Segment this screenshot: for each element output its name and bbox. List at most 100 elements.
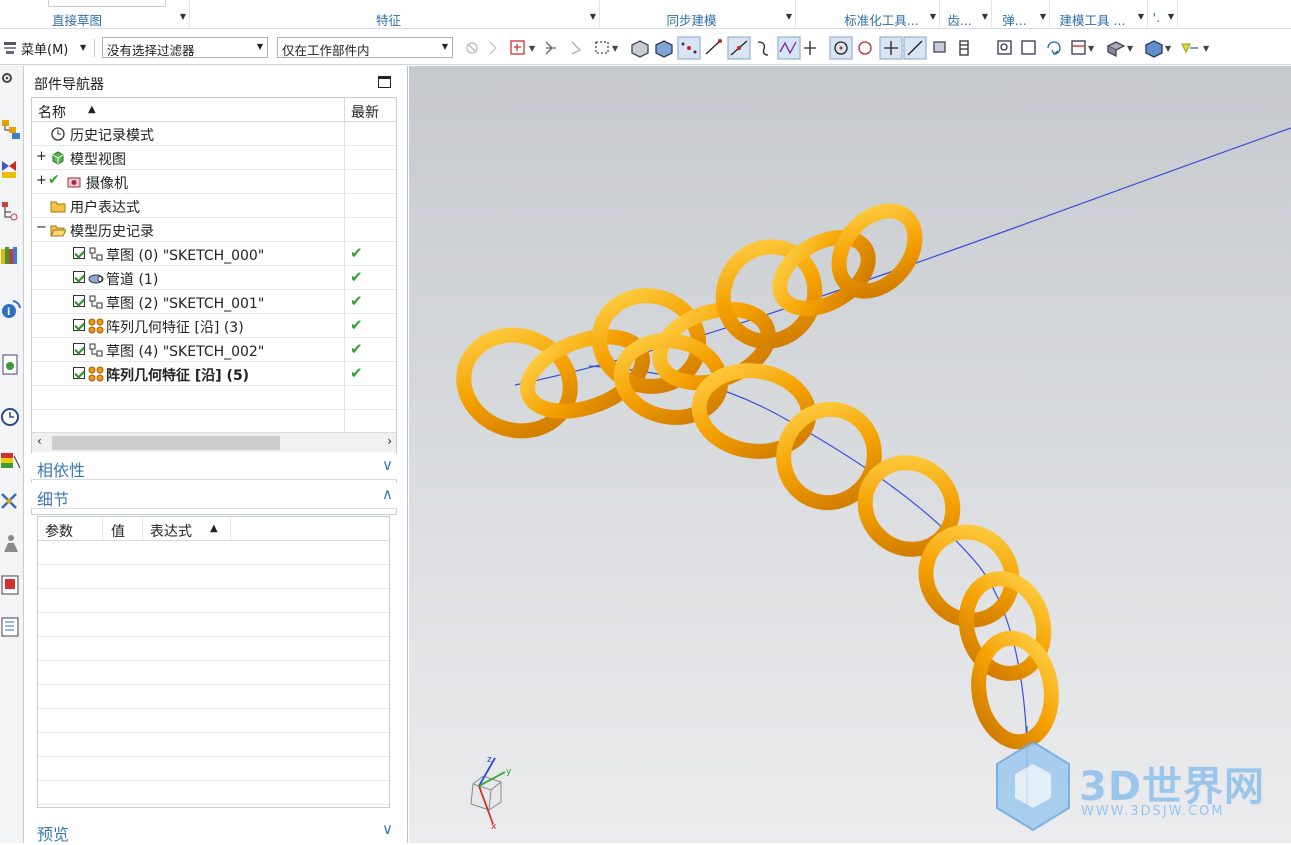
chevron-down-icon[interactable]: ∨ <box>382 820 393 838</box>
control-point-icon[interactable] <box>757 41 769 56</box>
expand-plus-icon[interactable]: + <box>36 149 47 164</box>
model-canvas[interactable]: z x y <box>409 66 1291 843</box>
process-studio-icon[interactable] <box>0 450 24 472</box>
dropdown-arrow-icon[interactable]: ▼ <box>1203 44 1210 53</box>
assembly-navigator-icon[interactable] <box>0 118 24 140</box>
view-triad[interactable]: z x y <box>470 755 512 832</box>
tree-item-tube-1[interactable]: 管道 (1) ✔ <box>32 266 396 290</box>
tree-item-model-history[interactable]: − 模型历史记录 <box>32 218 396 242</box>
tree-item-sketch-0[interactable]: 草图 (0) "SKETCH_000" ✔ <box>32 242 396 266</box>
collapse-minus-icon[interactable]: − <box>36 220 47 235</box>
move-icon[interactable] <box>545 41 556 55</box>
ribbon-group-sync-modeling[interactable]: 同步建模 ▼ <box>600 0 796 29</box>
graphics-window[interactable]: z x y 3D世界网 WWW.3DSJW.COM <box>409 66 1291 843</box>
dropdown-arrow-icon[interactable]: ▼ <box>1168 12 1174 21</box>
column-header-latest[interactable]: 最新 <box>344 98 396 122</box>
ribbon-group-gear[interactable]: 齿... ▼ <box>940 0 992 29</box>
menu-button[interactable]: 菜单(M) <box>21 39 68 58</box>
tree-item-user-expressions[interactable]: 用户表达式 <box>32 194 396 218</box>
ribbon-group-direct-sketch[interactable]: 直接草图 ▼ <box>0 0 190 29</box>
tree-item-pattern-5[interactable]: 阵列几何特征 [沿] (5) ✔ <box>32 362 396 386</box>
curve-point-toggle[interactable] <box>777 36 801 60</box>
zoom-icon[interactable] <box>1021 40 1036 55</box>
bounded-grid-icon[interactable] <box>959 40 969 56</box>
dropdown-arrow-icon[interactable]: ▼ <box>590 12 596 21</box>
settings-gear-icon[interactable] <box>0 70 24 92</box>
detail-section-header[interactable]: 细节 ∧ <box>31 483 397 509</box>
ribbon-group-standard-tools[interactable]: 标准化工具... ▼ <box>836 0 940 29</box>
dropdown-arrow-icon[interactable]: ▼ <box>930 12 936 21</box>
column-header-value[interactable]: 值 <box>111 521 125 541</box>
constraint-navigator-icon[interactable] <box>0 158 24 180</box>
tree-item-sketch-2[interactable]: 草图 (2) "SKETCH_001" ✔ <box>32 290 396 314</box>
dropdown-arrow-icon[interactable]: ▼ <box>1040 12 1046 21</box>
fit-view-icon[interactable] <box>997 40 1012 55</box>
dropdown-arrow-icon[interactable]: ▼ <box>1088 44 1095 53</box>
suppress-checkbox[interactable] <box>73 343 85 355</box>
scroll-right-icon[interactable]: › <box>387 434 392 448</box>
cube-icon[interactable] <box>655 40 673 58</box>
ribbon-group-spring[interactable]: 弹... ▼ <box>992 0 1050 29</box>
ribbon-group-more[interactable]: '. ▼ <box>1148 0 1178 29</box>
ribbon-group-feature[interactable]: 特征 ▼ <box>190 0 600 29</box>
scroll-thumb[interactable] <box>52 436 280 450</box>
tree-item-history-mode[interactable]: 历史记录模式 <box>32 122 396 146</box>
system-scene-icon[interactable] <box>0 574 24 596</box>
snap-icon[interactable] <box>571 41 582 55</box>
face-point-icon[interactable] <box>933 41 946 53</box>
roles-icon[interactable] <box>0 532 24 554</box>
selection-scope-select[interactable]: 仅在工作部件内 ▼ <box>277 37 453 58</box>
part-navigator-icon[interactable] <box>0 200 24 222</box>
tree-item-cameras[interactable]: + ✔ 摄像机 <box>32 170 396 194</box>
shaded-cube-icon[interactable] <box>1145 40 1163 58</box>
end-point-icon[interactable] <box>705 39 722 55</box>
dropdown-arrow-icon[interactable]: ▼ <box>529 44 536 53</box>
dropdown-arrow-icon[interactable]: ▼ <box>1127 44 1134 53</box>
suppress-checkbox[interactable] <box>73 319 85 331</box>
scroll-left-icon[interactable]: ‹ <box>37 434 42 448</box>
tree-item-pattern-3[interactable]: 阵列几何特征 [沿] (3) ✔ <box>32 314 396 338</box>
rectangle-select-icon[interactable] <box>595 41 609 54</box>
suppress-checkbox[interactable] <box>73 247 85 259</box>
manufacturing-wizard-icon[interactable] <box>0 490 24 512</box>
column-header-param[interactable]: 参数 <box>45 521 73 541</box>
general-object-icon[interactable] <box>466 42 478 54</box>
orient-view-icon[interactable] <box>1106 41 1126 58</box>
history-clock-icon[interactable] <box>0 406 24 428</box>
quadrant-point-icon[interactable] <box>858 41 872 55</box>
column-header-name[interactable]: 名称 ▲ <box>32 98 344 122</box>
menu-dropdown-icon[interactable]: ▼ <box>80 43 86 52</box>
ribbon-group-modeling-tools[interactable]: 建模工具 ... ▼ <box>1050 0 1148 29</box>
maximize-button[interactable] <box>378 76 391 88</box>
rotate-icon[interactable] <box>1047 41 1061 55</box>
horizontal-scrollbar[interactable]: ‹ › <box>32 432 396 452</box>
dependency-section-header[interactable]: 相依性 ∨ <box>31 454 397 480</box>
column-header-expression[interactable]: 表达式 <box>150 521 192 541</box>
render-style-icon[interactable] <box>1071 40 1086 55</box>
expand-plus-icon[interactable]: + <box>36 173 47 188</box>
reuse-library-icon[interactable] <box>0 244 24 266</box>
preview-section-header[interactable]: 预览 ∨ <box>31 818 397 844</box>
dropdown-arrow-icon[interactable]: ▼ <box>180 12 186 21</box>
hd3d-tools-icon[interactable]: i <box>0 298 24 320</box>
suppress-checkbox[interactable] <box>73 271 85 283</box>
feature-select-icon[interactable] <box>489 41 497 55</box>
tree-item-model-views[interactable]: + 模型视图 <box>32 146 396 170</box>
solid-body-icon[interactable] <box>631 40 649 58</box>
suppress-checkbox[interactable] <box>73 295 85 307</box>
dropdown-arrow-icon[interactable]: ▼ <box>612 44 619 53</box>
suppress-checkbox[interactable] <box>73 367 85 379</box>
chevron-up-icon[interactable]: ∧ <box>382 485 393 503</box>
type-filter-select[interactable]: 没有选择过滤器 ▼ <box>102 37 268 58</box>
tree-item-sketch-4[interactable]: 草图 (4) "SKETCH_002" ✔ <box>32 338 396 362</box>
dropdown-arrow-icon[interactable]: ▼ <box>786 12 792 21</box>
dropdown-arrow-icon[interactable]: ▼ <box>982 12 988 21</box>
dropdown-arrow-icon[interactable]: ▼ <box>1138 12 1144 21</box>
dropdown-arrow-icon[interactable]: ▼ <box>1165 44 1172 53</box>
palette-list-icon[interactable] <box>0 616 24 638</box>
chevron-down-icon[interactable]: ∨ <box>382 456 393 474</box>
intersection-icon[interactable] <box>804 41 816 55</box>
point-dialog-icon[interactable] <box>510 40 525 55</box>
edit-object-display-icon[interactable] <box>1180 43 1198 54</box>
web-browser-icon[interactable] <box>0 354 24 376</box>
